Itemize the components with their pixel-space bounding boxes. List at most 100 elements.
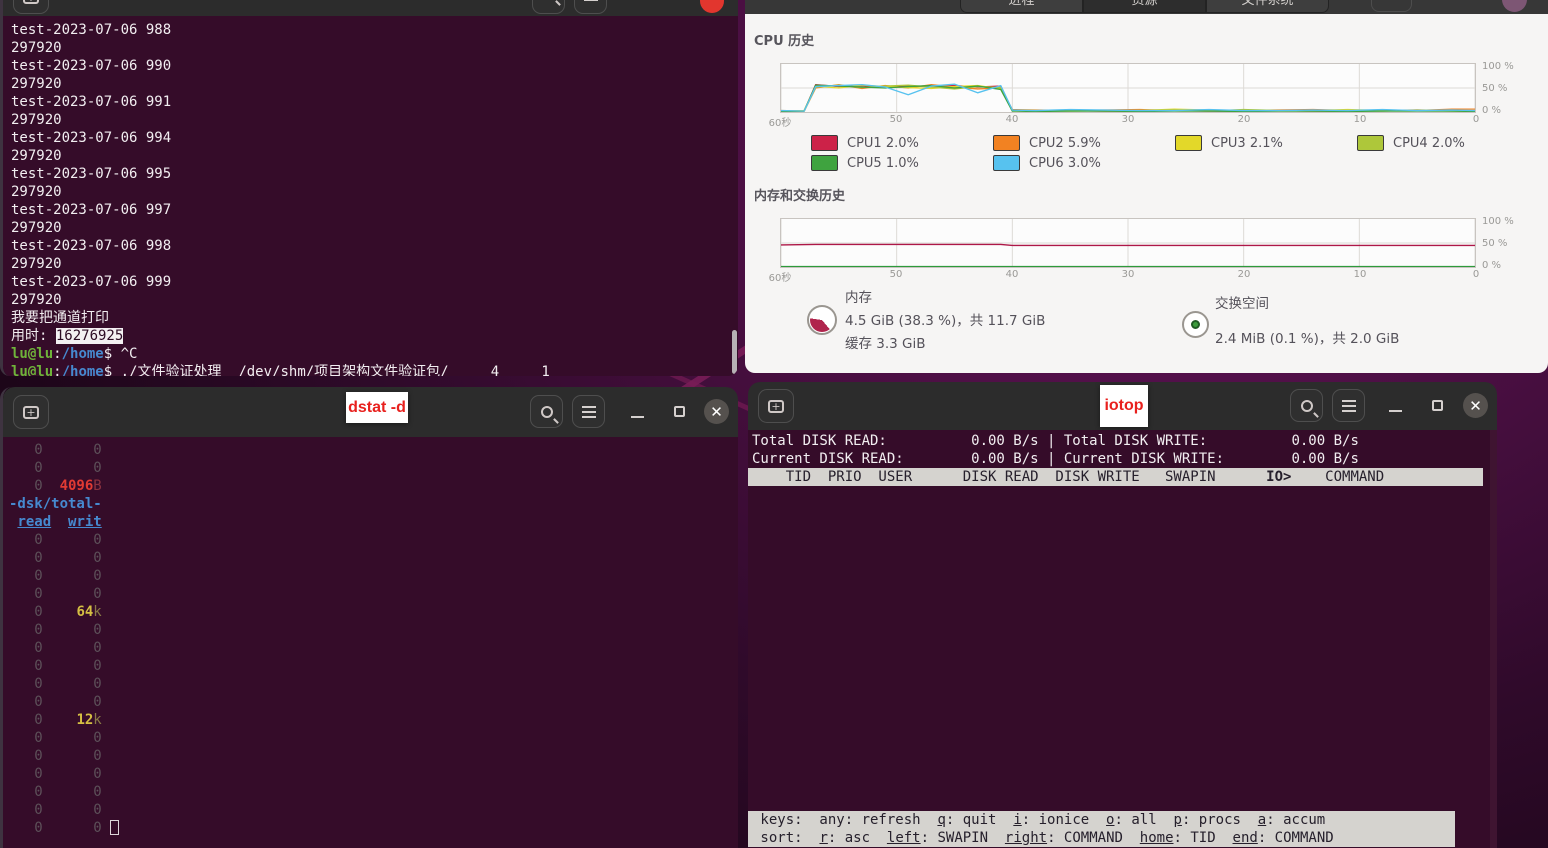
minimize-button[interactable] <box>1389 410 1402 412</box>
terminal-line: test-2023-07-06 997 <box>11 201 730 219</box>
terminal-line: TID PRIO USER DISK READ DISK WRITE SWAPI… <box>752 468 1483 486</box>
cpu-legend: CPU1 2.0%CPU2 5.9%CPU3 2.1%CPU4 2.0%CPU5… <box>811 134 1540 172</box>
terminal-line: 297920 <box>11 291 730 309</box>
terminal-line: 0 0 <box>9 441 732 459</box>
menu-button[interactable] <box>1371 0 1412 12</box>
titlebar[interactable]: + dstat -d ✕ <box>3 387 738 437</box>
terminal-window-top-left: + test-2023-07-06 988297920test-2023-07-… <box>0 0 738 376</box>
terminal-line: lu@lu:/home$ ^C <box>11 345 730 363</box>
terminal-line: lu@lu:/home$ ./文件验证处理 /dev/shm/项目架构文件验证包… <box>11 363 730 376</box>
terminal-line: 0 0 <box>9 675 732 693</box>
new-tab-button[interactable]: + <box>758 389 794 423</box>
terminal-line: test-2023-07-06 994 <box>11 129 730 147</box>
terminal-line: test-2023-07-06 991 <box>11 93 730 111</box>
dstat-terminal-window: + dstat -d ✕ 0 0 0 0 0 4096B-dsk/total- … <box>0 387 738 848</box>
close-button[interactable]: ✕ <box>704 399 729 424</box>
terminal-line: test-2023-07-06 998 <box>11 237 730 255</box>
iotop-output[interactable]: Total DISK READ: 0.00 B/s | Total DISK W… <box>748 430 1497 848</box>
terminal-output[interactable]: test-2023-07-06 988297920test-2023-07-06… <box>3 16 738 376</box>
cpu-history-title: CPU 历史 <box>754 30 814 49</box>
maximize-button[interactable] <box>674 406 685 417</box>
new-tab-icon: + <box>768 400 784 413</box>
terminal-line: 0 64k <box>9 603 732 621</box>
terminal-line: Current DISK READ: 0.00 B/s | Current DI… <box>752 450 1497 468</box>
search-button[interactable] <box>1290 389 1323 422</box>
system-monitor-window: 进程资源文件系统 CPU 历史 60秒50403020100 100 %50 %… <box>745 0 1548 373</box>
tab-文件系统[interactable]: 文件系统 <box>1206 0 1329 13</box>
terminal-line: 0 4096B <box>9 477 732 495</box>
swap-dot-icon <box>1182 311 1209 338</box>
legend-item: CPU3 2.1% <box>1175 134 1357 152</box>
terminal-line: keys: any: refresh q: quit i: ionice o: … <box>752 811 1455 829</box>
terminal-line: 297920 <box>11 219 730 237</box>
titlebar[interactable]: + iotop ✕ <box>748 382 1497 430</box>
search-button[interactable] <box>530 395 563 428</box>
close-button[interactable] <box>1502 0 1527 12</box>
close-button-red[interactable] <box>700 0 724 13</box>
titlebar[interactable]: + <box>3 0 738 16</box>
terminal-line: 0 0 <box>9 819 732 837</box>
iotop-key-hints: keys: any: refresh q: quit i: ionice o: … <box>748 811 1455 847</box>
legend-item: CPU1 2.0% <box>811 134 993 152</box>
iotop-column-header: TID PRIO USER DISK READ DISK WRITE SWAPI… <box>748 468 1483 486</box>
cpu-history-chart <box>780 63 1476 113</box>
terminal-line: 0 0 <box>9 657 732 675</box>
memory-label: 内存 <box>845 287 1045 310</box>
menu-button[interactable] <box>572 395 605 428</box>
dstat-output[interactable]: 0 0 0 0 0 4096B-dsk/total- read writ 0 0… <box>3 437 738 848</box>
terminal-line: 0 0 <box>9 639 732 657</box>
legend-item: CPU6 3.0% <box>993 154 1175 172</box>
legend-swatch <box>811 155 838 171</box>
memory-cache: 缓存 3.3 GiB <box>845 333 1045 356</box>
terminal-line: 0 0 <box>9 585 732 603</box>
terminal-line: 0 0 <box>9 549 732 567</box>
terminal-line: 0 0 <box>9 621 732 639</box>
minimize-button[interactable] <box>631 416 644 418</box>
memory-history-chart <box>780 218 1476 268</box>
terminal-line: Total DISK READ: 0.00 B/s | Total DISK W… <box>752 432 1497 450</box>
memory-info: 内存 4.5 GiB (38.3 %)，共 11.7 GiB 缓存 3.3 Gi… <box>845 287 1045 356</box>
terminal-line: 0 0 <box>9 729 732 747</box>
menu-button[interactable] <box>574 0 607 14</box>
terminal-line: 0 0 <box>9 459 732 477</box>
scrollbar-track[interactable] <box>1490 430 1497 848</box>
swap-usage: 2.4 MiB (0.1 %)，共 2.0 GiB <box>1215 328 1399 351</box>
terminal-line: 297920 <box>11 39 730 57</box>
terminal-line: 297920 <box>11 147 730 165</box>
new-tab-icon: + <box>23 406 39 419</box>
memory-usage: 4.5 GiB (38.3 %)，共 11.7 GiB <box>845 310 1045 333</box>
window-title-label: dstat -d <box>346 392 408 423</box>
terminal-line: 297920 <box>11 75 730 93</box>
hamburger-icon <box>1342 405 1356 407</box>
terminal-line: 297920 <box>11 111 730 129</box>
terminal-line: 0 0 <box>9 801 732 819</box>
iotop-terminal-window: + iotop ✕ Total DISK READ: 0.00 B/s | To… <box>748 382 1497 848</box>
memory-history-title: 内存和交换历史 <box>754 185 845 204</box>
new-tab-button[interactable]: + <box>13 0 49 14</box>
terminal-line: 用时: 16276925 <box>11 327 730 345</box>
legend-swatch <box>1175 135 1202 151</box>
tab-资源[interactable]: 资源 <box>1083 0 1206 13</box>
tab-进程[interactable]: 进程 <box>960 0 1083 13</box>
legend-swatch <box>993 135 1020 151</box>
close-button[interactable]: ✕ <box>1463 393 1488 418</box>
window-title-label: iotop <box>1100 385 1148 427</box>
legend-item: CPU2 5.9% <box>993 134 1175 152</box>
terminal-line: 0 0 <box>9 783 732 801</box>
terminal-line: 297920 <box>11 255 730 273</box>
scrollbar-thumb[interactable] <box>732 330 737 374</box>
menu-button[interactable] <box>1332 389 1365 422</box>
legend-swatch <box>811 135 838 151</box>
search-button[interactable] <box>532 0 565 14</box>
legend-item: CPU4 2.0% <box>1357 134 1540 152</box>
terminal-line: 0 0 <box>9 531 732 549</box>
legend-swatch <box>1357 135 1384 151</box>
new-tab-button[interactable]: + <box>13 395 49 429</box>
search-icon <box>1301 400 1313 412</box>
maximize-button[interactable] <box>1432 400 1443 411</box>
terminal-line: test-2023-07-06 988 <box>11 21 730 39</box>
legend-swatch <box>993 155 1020 171</box>
terminal-line: 297920 <box>11 183 730 201</box>
terminal-line: sort: r: asc left: SWAPIN right: COMMAND… <box>752 829 1455 847</box>
system-monitor-header: 进程资源文件系统 <box>745 0 1548 14</box>
